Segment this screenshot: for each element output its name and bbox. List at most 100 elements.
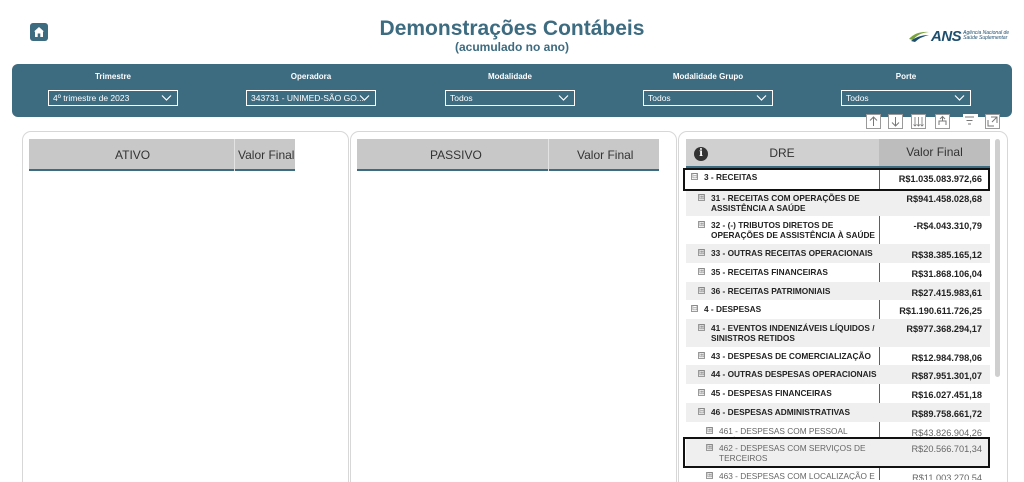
expand-icon[interactable]: ⊞: [698, 287, 705, 294]
expand-all-button[interactable]: [911, 114, 926, 129]
filter-label: Porte: [895, 72, 917, 81]
dre-table-header: i DRE Valor Final: [686, 139, 990, 168]
ativo-value-column-header[interactable]: Valor Final: [238, 148, 294, 162]
filter-modalidade: Modalidade Todos: [445, 64, 575, 117]
passivo-panel: [350, 131, 677, 482]
expand-icon[interactable]: ⊞: [698, 194, 705, 201]
operadora-dropdown[interactable]: 343731 - UNIMED-SÃO GO...: [246, 90, 376, 106]
dre-table-body: ⊟ 3 - RECEITAS R$1.035.083.972,66 ⊞ 31 - REC…: [686, 168, 990, 480]
filter-trimestre: Trimestre 4º trimestre de 2023: [48, 64, 178, 117]
expand-icon[interactable]: ⊞: [698, 352, 705, 359]
dre-column-header[interactable]: DRE: [686, 146, 878, 160]
expand-icon[interactable]: ⊞: [698, 389, 705, 396]
expand-icon[interactable]: ⊞: [698, 221, 705, 228]
dre-row-label: 36 - RECEITAS PATRIMONIAIS: [711, 286, 831, 296]
page-title: Demonstrações Contábeis: [379, 17, 645, 40]
dre-row-label: 463 - DESPESAS COM LOCALIZAÇÃO E: [719, 471, 875, 480]
porte-dropdown[interactable]: Todos: [841, 90, 971, 106]
collapse-icon[interactable]: ⊟: [698, 408, 705, 415]
dre-row-value: R$89.758.661,72: [911, 409, 983, 419]
ans-swoosh-icon: [909, 31, 929, 42]
dre-row-label: 4 - DESPESAS: [704, 304, 762, 314]
dre-row-value: R$941.458.028,68: [906, 194, 982, 204]
collapse-icon[interactable]: ⊟: [691, 305, 698, 312]
dre-row[interactable]: ⊞ 35 - RECEITAS FINANCEIRAS R$31.868.106,0…: [686, 263, 990, 282]
passivo-value-column-header[interactable]: Valor Final: [577, 148, 633, 162]
passivo-table-header: PASSIVO Valor Final: [357, 139, 659, 171]
ativo-column-header[interactable]: ATIVO: [115, 148, 150, 162]
hierarchy-button[interactable]: [935, 114, 950, 129]
dre-value-column-header[interactable]: Valor Final: [879, 139, 990, 166]
filter-label: Modalidade Grupo: [672, 72, 744, 81]
trimestre-dropdown[interactable]: 4º trimestre de 2023: [48, 90, 178, 106]
dre-row[interactable]: ⊞ 32 - (-) TRIBUTOS DIRETOS DE OPERAÇÕES …: [686, 216, 990, 244]
logo-text: ANS: [931, 27, 962, 45]
expand-icon[interactable]: ⊞: [706, 427, 713, 434]
expand-icon[interactable]: ⊞: [698, 268, 705, 275]
dre-row[interactable]: ⊞ 463 - DESPESAS COM LOCALIZAÇÃO E R$11.00…: [686, 467, 990, 480]
dre-row-value: R$1.190.611.726,25: [899, 306, 982, 316]
filter-bar: Trimestre 4º trimestre de 2023 Operadora…: [12, 64, 1012, 117]
dre-row-value: -R$4.043.310,79: [913, 221, 982, 231]
chevron-down-icon: [954, 95, 965, 101]
page-subtitle: (acumulado no ano): [455, 40, 569, 54]
dre-row-value: R$27.415.983,61: [911, 288, 983, 298]
dre-row[interactable]: ⊞ 45 - DESPESAS FINANCEIRAS R$16.027.451,1…: [686, 384, 990, 403]
drill-up-arrow-button[interactable]: [866, 114, 881, 129]
dre-row[interactable]: ⊞ 33 - OUTRAS RECEITAS OPERACIONAIS R$38.3…: [686, 244, 990, 263]
dre-row-value: R$977.368.294,17: [906, 324, 982, 334]
filter-label: Modalidade: [487, 72, 532, 81]
modalidade-grupo-dropdown[interactable]: Todos: [643, 90, 773, 106]
dre-row[interactable]: ⊞ 31 - RECEITAS COM OPERAÇÕES DE ASSISTÊN…: [686, 189, 990, 216]
expand-icon[interactable]: ⊞: [698, 249, 705, 256]
expand-icon[interactable]: ⊞: [698, 324, 705, 331]
dre-row[interactable]: ⊞ 43 - DESPESAS DE COMERCIALIZAÇÃO R$12.98…: [686, 347, 990, 365]
dre-row[interactable]: ⊞ 36 - RECEITAS PATRIMONIAIS R$27.415.983,…: [686, 282, 990, 300]
dropdown-value: Todos: [450, 93, 473, 103]
dre-row[interactable]: ⊟ 4 - DESPESAS R$1.190.611.726,25: [686, 300, 990, 319]
modalidade-dropdown[interactable]: Todos: [445, 90, 575, 106]
filter-porte: Porte Todos: [841, 64, 971, 117]
drill-down-arrow-button[interactable]: [888, 114, 903, 129]
passivo-column-header[interactable]: PASSIVO: [430, 148, 482, 162]
focus-mode-button[interactable]: [985, 114, 1000, 129]
dre-row[interactable]: ⊟ 46 - DESPESAS ADMINISTRATIVAS R$89.758.6…: [686, 403, 990, 422]
vertical-scrollbar[interactable]: [995, 139, 1000, 377]
filter-modalidade-grupo: Modalidade Grupo Todos: [643, 64, 773, 117]
arrow-up-icon: [869, 116, 878, 126]
dre-row[interactable]: ⊞ 44 - OUTRAS DESPESAS OPERACIONAIS R$87.9…: [686, 365, 990, 384]
highlight-box-receitas: [683, 168, 990, 191]
arrow-down-icon: [891, 117, 900, 127]
expand-icon[interactable]: ⊞: [698, 370, 705, 377]
ativo-panel: [22, 131, 349, 482]
chevron-down-icon: [161, 95, 172, 101]
chevron-down-icon: [756, 95, 767, 101]
dre-row-label: 31 - RECEITAS COM OPERAÇÕES DE ASSISTÊNC…: [711, 193, 860, 213]
dre-row-label: 35 - RECEITAS FINANCEIRAS: [711, 267, 828, 277]
dre-row-label: 44 - OUTRAS DESPESAS OPERACIONAIS: [711, 369, 877, 379]
column-divider: [548, 139, 549, 171]
filter-label: Trimestre: [94, 72, 132, 81]
expand-all-down-icon: [913, 117, 924, 127]
chevron-down-icon: [558, 95, 569, 101]
ans-logo: ANS Agência Nacional de Saúde Suplementa…: [908, 26, 1015, 46]
ativo-table-header: ATIVO Valor Final: [29, 139, 295, 171]
dropdown-value: 4º trimestre de 2023: [53, 93, 130, 103]
dropdown-value: 343731 - UNIMED-SÃO GO...: [251, 93, 364, 103]
drill-up-icon: [938, 115, 947, 125]
dre-row[interactable]: ⊞ 41 - EVENTOS INDENIZÁVEIS LÍQUIDOS / SI…: [686, 319, 990, 347]
highlight-box-462: [683, 437, 990, 468]
expand-icon[interactable]: ⊞: [706, 472, 713, 479]
filter-operadora: Operadora 343731 - UNIMED-SÃO GO...: [246, 64, 376, 117]
dropdown-value: Todos: [648, 93, 671, 103]
chevron-down-icon: [359, 95, 370, 101]
dre-row-label: 46 - DESPESAS ADMINISTRATIVAS: [711, 407, 851, 417]
logo-subtext: Agência Nacional de Saúde Suplementar: [963, 29, 1010, 41]
dre-row-label: 32 - (-) TRIBUTOS DIRETOS DE OPERAÇÕES D…: [711, 220, 875, 240]
dre-row-value: R$87.951.301,07: [911, 371, 983, 381]
column-divider: [234, 139, 235, 171]
focus-mode-icon: [987, 116, 998, 127]
dre-row-label: 41 - EVENTOS INDENIZÁVEIS LÍQUIDOS / SIN…: [711, 323, 875, 343]
filter-button[interactable]: [963, 114, 978, 129]
filter-icon: [965, 116, 974, 125]
